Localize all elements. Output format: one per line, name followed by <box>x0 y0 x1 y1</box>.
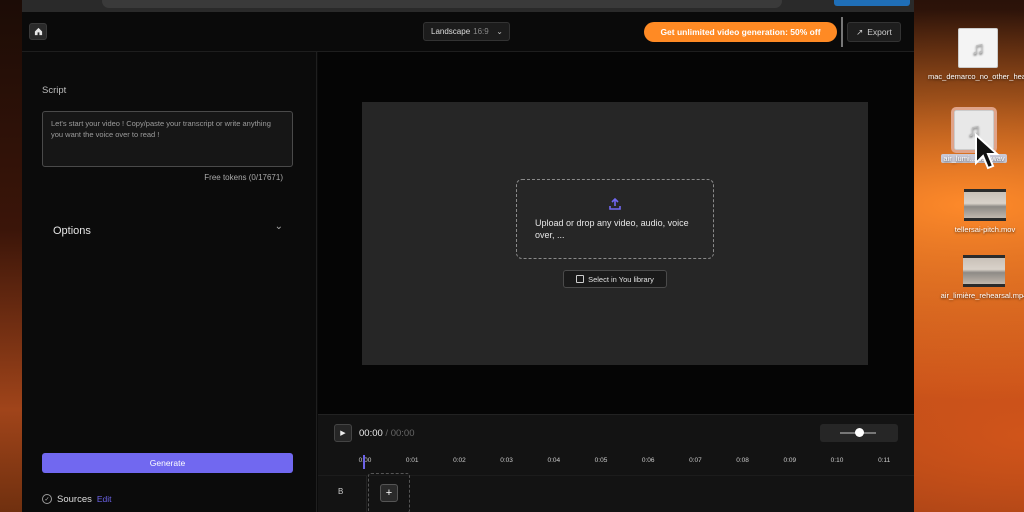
play-button[interactable]: ▶ <box>334 424 352 442</box>
track-separator <box>366 476 367 512</box>
desktop-file[interactable]: tellersai-pitch.mov <box>935 189 1024 235</box>
generate-button[interactable]: Generate <box>42 453 293 473</box>
timeline-tick: 0:06 <box>641 457 655 464</box>
browser-action-button[interactable] <box>834 0 910 6</box>
mouse-cursor-icon <box>975 133 1000 170</box>
timeline-tick: 0:08 <box>736 457 749 464</box>
timeline-tick: 0:02 <box>453 457 466 464</box>
video-thumbnail-icon <box>963 255 1005 287</box>
script-input[interactable]: Let's start your video ! Copy/paste your… <box>42 111 293 167</box>
timeline-tick: 0:05 <box>594 457 608 464</box>
wallpaper-edge <box>0 0 22 512</box>
time-ruler[interactable]: 0:00 0:01 0:02 0:03 0:04 0:05 0:06 0:07 0:08 0:09… <box>318 453 914 469</box>
divider <box>841 17 843 47</box>
current-time: 00:00 <box>359 428 383 439</box>
preview-area: Upload or drop any video, audio, voice o… <box>318 52 914 414</box>
sources-edit-link[interactable]: Edit <box>97 494 112 504</box>
script-label: Script <box>42 85 67 96</box>
timeline-tick: 0:07 <box>689 457 702 464</box>
upload-drop-zone[interactable]: Upload or drop any video, audio, voice o… <box>516 179 714 259</box>
top-bar: Landscape 16:9 ⌄ Get unlimited video gen… <box>22 12 914 52</box>
timeline-tick: 0:09 <box>783 457 797 464</box>
video-canvas: Upload or drop any video, audio, voice o… <box>362 102 868 365</box>
timeline-tick: 0:04 <box>547 457 561 464</box>
total-time: 00:00 <box>390 428 415 439</box>
desktop-file[interactable]: ♫ mac_demarco_no_other_heart.m4a <box>928 28 1024 82</box>
export-label: Export <box>867 27 892 37</box>
zoom-slider[interactable] <box>820 424 898 442</box>
upload-icon <box>609 197 621 210</box>
home-icon <box>34 27 42 36</box>
time-display: 00:00 / 00:00 <box>359 428 414 439</box>
drop-zone-text: Upload or drop any video, audio, voice o… <box>535 218 689 240</box>
orientation-value: Landscape <box>431 27 471 36</box>
track-row: B + <box>318 473 914 512</box>
check-circle-icon: ✓ <box>42 494 52 504</box>
free-tokens-counter: Free tokens (0/17671) <box>204 173 283 182</box>
select-library-button[interactable]: Select in You library <box>563 270 667 288</box>
desktop-file[interactable]: air_limière_rehearsal.mp4 <box>934 255 1024 301</box>
library-icon <box>576 275 585 283</box>
address-bar[interactable] <box>102 0 782 8</box>
file-name: mac_demarco_no_other_heart.m4a <box>928 72 1024 81</box>
time-separator: / <box>385 428 389 439</box>
timeline-tick: 0:10 <box>830 457 844 464</box>
track-label: B <box>338 487 344 496</box>
music-note-icon: ♫ <box>958 28 998 68</box>
zoom-knob[interactable] <box>855 428 864 437</box>
timeline-tick: 0:00 <box>358 457 372 464</box>
app-window: Landscape 16:9 ⌄ Get unlimited video gen… <box>22 0 914 512</box>
library-label: Select in You library <box>588 274 654 284</box>
export-button[interactable]: ↗ Export <box>847 22 901 42</box>
timeline: ▶ 00:00 / 00:00 0:00 0:01 0:02 0:03 0:04 0:05… <box>318 414 914 512</box>
timeline-tick: 0:11 <box>878 457 891 464</box>
export-icon: ↗ <box>856 26 864 37</box>
timeline-tick: 0:03 <box>500 457 513 464</box>
chevron-down-icon: ⌄ <box>274 221 283 232</box>
orientation-select[interactable]: Landscape 16:9 ⌄ <box>423 22 510 41</box>
timeline-tick: 0:01 <box>405 457 419 464</box>
promo-button[interactable]: Get unlimited video generation: 50% off <box>644 22 837 42</box>
aspect-ratio: 16:9 <box>473 27 489 36</box>
script-panel: Script Let's start your video ! Copy/pas… <box>22 52 317 512</box>
sources-label: Sources <box>57 493 92 505</box>
chevron-down-icon: ⌄ <box>496 27 503 36</box>
sources-row: ✓ Sources Edit <box>42 492 112 506</box>
video-thumbnail-icon <box>964 189 1006 221</box>
options-label: Options <box>53 225 91 237</box>
add-clip-slot[interactable]: + <box>368 473 410 512</box>
options-toggle[interactable]: Options ⌄ <box>53 221 283 237</box>
file-name: air_limière_rehearsal.mp4 <box>940 291 1024 300</box>
browser-bar <box>22 0 914 12</box>
play-icon: ▶ <box>340 430 346 437</box>
add-clip-button[interactable]: + <box>380 484 398 502</box>
playhead[interactable] <box>363 455 365 469</box>
home-button[interactable] <box>29 23 47 40</box>
file-name: tellersai-pitch.mov <box>954 225 1016 234</box>
